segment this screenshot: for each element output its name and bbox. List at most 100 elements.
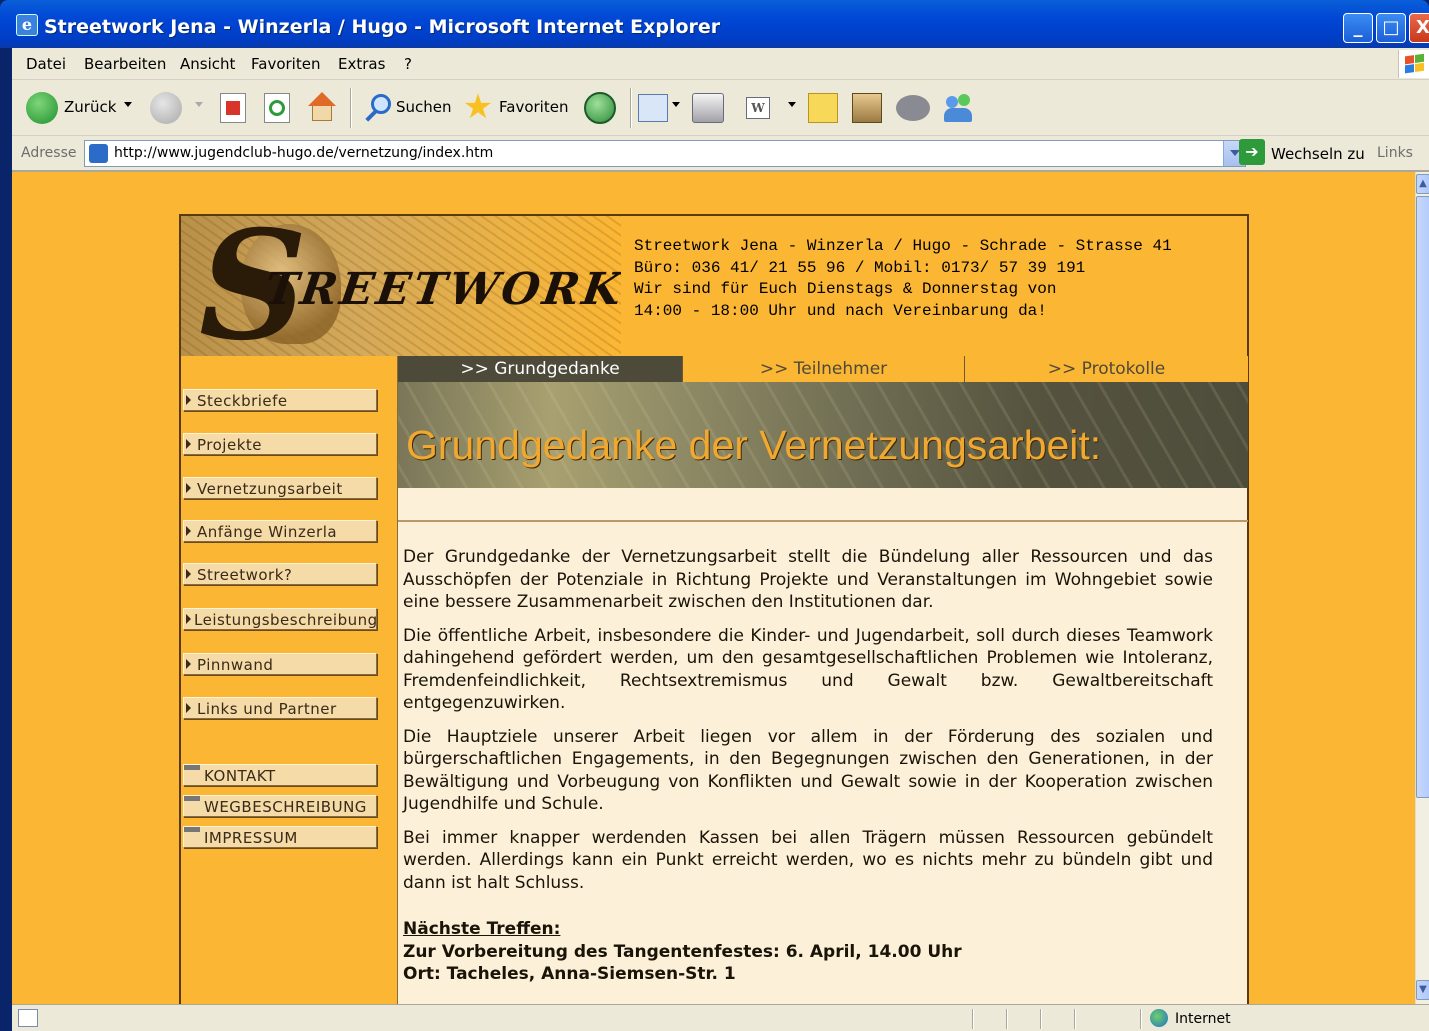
nav-label: Links und Partner	[197, 700, 337, 718]
menu-bearbeiten[interactable]: Bearbeiten	[84, 55, 166, 73]
forward-dropdown-icon[interactable]	[195, 102, 203, 107]
scroll-up-icon[interactable]: ▲	[1416, 174, 1429, 194]
section-tabs: >> Grundgedanke >> Teilnehmer >> Protoko…	[398, 356, 1248, 382]
ie-app-icon[interactable]: e	[16, 14, 38, 36]
edit-dropdown-icon[interactable]	[788, 102, 796, 107]
logo-wordmark: TREETWORK	[261, 264, 621, 315]
nav-arrow-icon	[186, 659, 191, 669]
site-frame: S TREETWORK Streetwork Jena - Winzerla /…	[179, 214, 1249, 1004]
headline-banner: Grundgedanke der Vernetzungsarbeit:	[398, 382, 1248, 488]
close-icon: X	[1416, 17, 1429, 38]
address-bar: Adresse http://www.jugendclub-hugo.de/ve…	[12, 136, 1429, 172]
mail-icon[interactable]	[638, 94, 668, 122]
page-icon	[89, 144, 108, 163]
menu-help[interactable]: ?	[404, 55, 412, 73]
research-icon[interactable]	[852, 93, 882, 123]
tab-teilnehmer[interactable]: >> Teilnehmer	[682, 356, 964, 382]
messenger-bubble-icon[interactable]	[896, 95, 930, 121]
nav-streetwork[interactable]: Streetwork?	[183, 563, 377, 585]
history-icon[interactable]	[584, 92, 616, 124]
nav-block-icon	[184, 796, 200, 801]
nav-label: Projekte	[197, 436, 262, 454]
edit-word-icon[interactable]: W	[746, 97, 770, 119]
nav-steckbriefe[interactable]: Steckbriefe	[183, 389, 377, 411]
next-meeting: Nächste Treffen: Zur Vorbereitung des Ta…	[403, 918, 1213, 986]
nav-pinnwand[interactable]: Pinnwand	[183, 653, 377, 675]
windows-flag-icon	[1405, 53, 1425, 75]
nav-leistungsbeschreibung[interactable]: Leistungsbeschreibung	[183, 608, 377, 630]
back-button-label[interactable]: Zurück	[64, 98, 116, 116]
nav-wegbeschreibung[interactable]: WEGBESCHREIBUNG	[183, 795, 377, 817]
paragraph: Die Hauptziele unserer Arbeit liegen vor…	[403, 726, 1213, 815]
back-arrow-icon[interactable]	[26, 92, 58, 124]
go-arrow-icon[interactable]: ➔	[1239, 139, 1265, 165]
stop-icon[interactable]	[220, 93, 246, 123]
status-page-icon	[18, 1009, 38, 1027]
contact-line: Büro: 036 41/ 21 55 96 / Mobil: 0173/ 57…	[634, 258, 1086, 277]
nav-arrow-icon	[186, 395, 191, 405]
nav-arrow-icon	[186, 614, 191, 624]
menu-extras[interactable]: Extras	[338, 55, 385, 73]
windows-logo	[1398, 50, 1429, 78]
address-label: Adresse	[21, 145, 77, 161]
vertical-scrollbar[interactable]: ▲ ▼	[1415, 172, 1429, 1004]
nav-impressum[interactable]: IMPRESSUM	[183, 826, 377, 848]
paragraph: Bei immer knapper werdenden Kassen bei a…	[403, 827, 1213, 893]
tab-grundgedanke[interactable]: >> Grundgedanke	[398, 356, 682, 382]
site-header: S TREETWORK Streetwork Jena - Winzerla /…	[181, 216, 1247, 356]
nav-label: IMPRESSUM	[204, 829, 298, 847]
home-icon[interactable]	[306, 92, 338, 124]
go-button-label[interactable]: Wechseln zu	[1271, 145, 1365, 163]
paragraph: Der Grundgedanke der Vernetzungsarbeit s…	[403, 547, 1213, 612]
nav-label: Steckbriefe	[197, 392, 288, 410]
internet-globe-icon	[1150, 1009, 1168, 1027]
menu-bar: Datei Bearbeiten Ansicht Favoriten Extra…	[12, 48, 1429, 80]
nav-arrow-icon	[186, 483, 191, 493]
favorites-button-label[interactable]: Favoriten	[499, 98, 568, 116]
contacts-people-icon[interactable]	[942, 92, 976, 124]
page-viewport: S TREETWORK Streetwork Jena - Winzerla /…	[12, 172, 1415, 1004]
nav-vernetzungsarbeit[interactable]: Vernetzungsarbeit	[183, 477, 377, 499]
search-icon[interactable]	[362, 92, 394, 124]
address-field[interactable]: http://www.jugendclub-hugo.de/vernetzung…	[84, 140, 1246, 167]
toolbar-separator	[350, 88, 352, 128]
security-zone: Internet	[1175, 1011, 1231, 1027]
toolbar-separator	[630, 88, 632, 128]
nav-label: Pinnwand	[197, 656, 274, 674]
meeting-line: Zur Vorbereitung des Tangentenfestes: 6.…	[403, 941, 962, 962]
nav-links-partner[interactable]: Links und Partner	[183, 697, 377, 719]
title-bar[interactable]: e Streetwork Jena - Winzerla / Hugo - Mi…	[0, 0, 1429, 48]
nav-anfaenge-winzerla[interactable]: Anfänge Winzerla	[183, 520, 377, 542]
minimize-icon: _	[1353, 17, 1363, 38]
contact-info: Streetwork Jena - Winzerla / Hugo - Schr…	[634, 236, 1244, 322]
favorites-star-icon[interactable]: ★	[460, 90, 496, 124]
scroll-down-icon[interactable]: ▼	[1416, 980, 1429, 1000]
window-title: Streetwork Jena - Winzerla / Hugo - Micr…	[44, 16, 721, 38]
back-dropdown-icon[interactable]	[124, 102, 132, 107]
discuss-note-icon[interactable]	[808, 93, 838, 123]
menu-ansicht[interactable]: Ansicht	[180, 55, 235, 73]
menu-datei[interactable]: Datei	[26, 55, 66, 73]
nav-label: Vernetzungsarbeit	[197, 480, 343, 498]
minimize-button[interactable]: _	[1343, 13, 1373, 43]
status-pane-divider	[1140, 1009, 1142, 1029]
nav-block-icon	[184, 827, 200, 832]
close-button[interactable]: X	[1409, 13, 1429, 43]
print-icon[interactable]	[692, 93, 724, 123]
maximize-icon: □	[1382, 17, 1400, 38]
refresh-icon[interactable]	[264, 93, 290, 123]
nav-kontakt[interactable]: KONTAKT	[183, 764, 377, 786]
scroll-thumb[interactable]	[1416, 196, 1429, 798]
address-url[interactable]: http://www.jugendclub-hugo.de/vernetzung…	[114, 145, 493, 161]
contact-line: 14:00 - 18:00 Uhr und nach Vereinbarung …	[634, 301, 1047, 320]
tab-protokolle[interactable]: >> Protokolle	[964, 356, 1248, 382]
nav-projekte[interactable]: Projekte	[183, 433, 377, 455]
search-button-label[interactable]: Suchen	[396, 98, 452, 116]
mail-dropdown-icon[interactable]	[672, 102, 680, 107]
maximize-button[interactable]: □	[1376, 13, 1406, 43]
forward-arrow-icon[interactable]	[150, 92, 182, 124]
status-pane-divider	[1006, 1009, 1008, 1029]
links-button[interactable]: Links	[1377, 145, 1413, 161]
nav-arrow-icon	[186, 703, 191, 713]
menu-favoriten[interactable]: Favoriten	[251, 55, 320, 73]
